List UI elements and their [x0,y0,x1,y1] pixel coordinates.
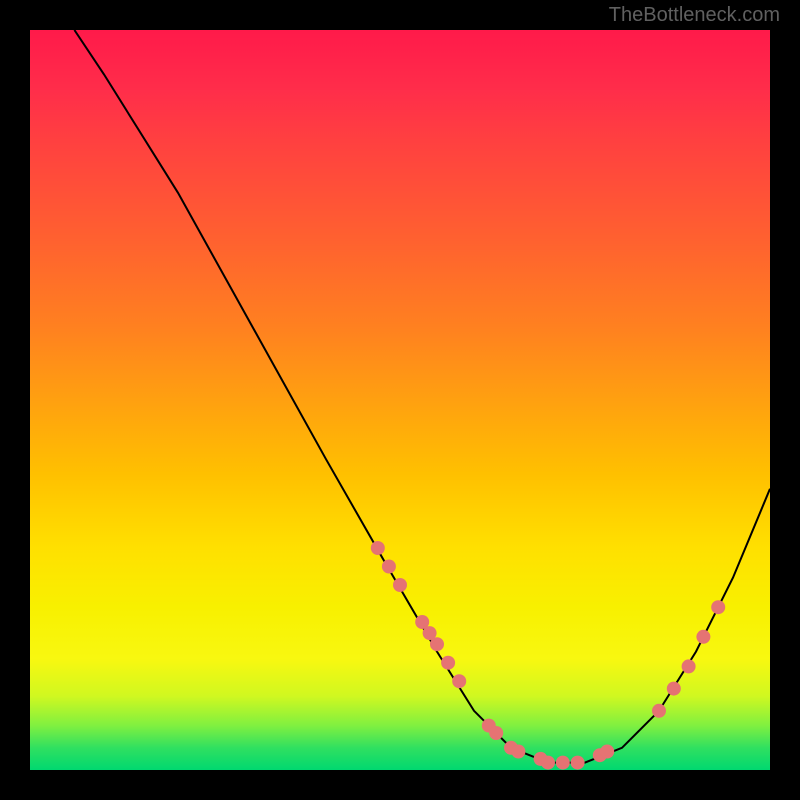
data-marker [382,560,396,574]
data-marker [371,541,385,555]
data-marker [430,637,444,651]
chart-svg [30,30,770,770]
data-marker [696,630,710,644]
data-marker [511,745,525,759]
data-marker [452,674,466,688]
data-marker [667,682,681,696]
data-marker [571,756,585,770]
data-markers [371,541,725,770]
data-marker [652,704,666,718]
data-marker [556,756,570,770]
data-marker [682,659,696,673]
data-marker [441,656,455,670]
watermark-text: TheBottleneck.com [609,4,780,27]
plot-area [30,30,770,770]
data-marker [600,745,614,759]
bottleneck-curve [74,30,770,763]
data-marker [393,578,407,592]
data-marker [489,726,503,740]
data-marker [711,600,725,614]
data-marker [541,756,555,770]
